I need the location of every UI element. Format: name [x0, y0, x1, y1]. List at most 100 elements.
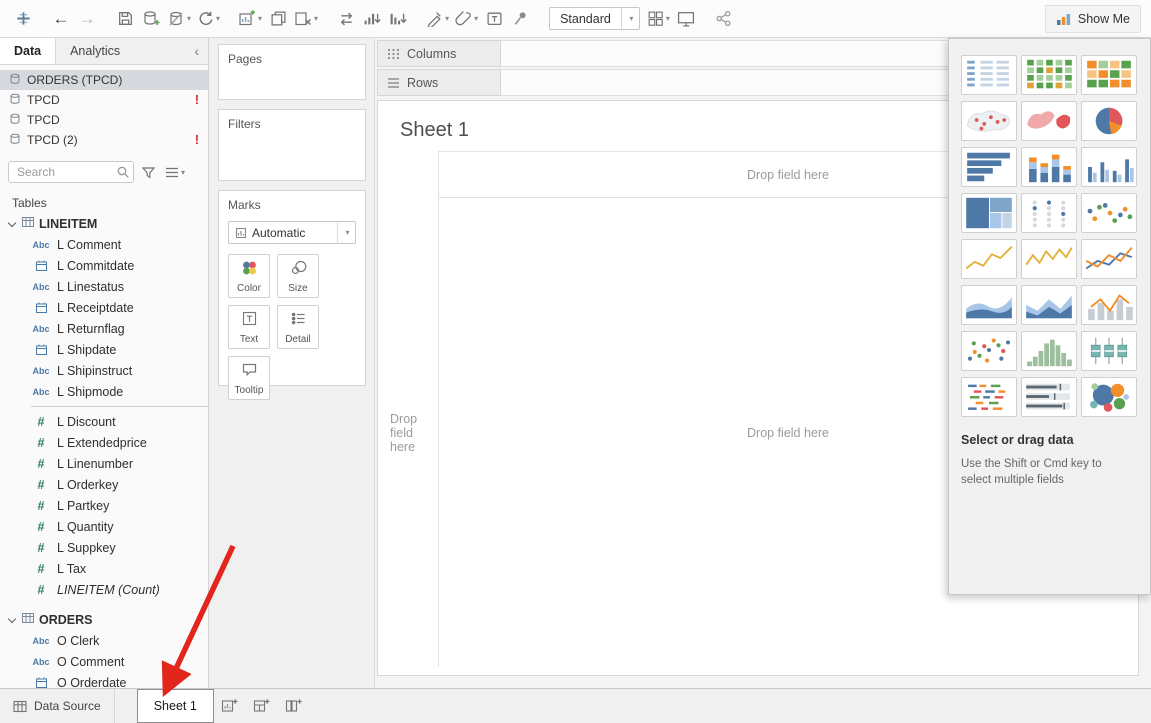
sort-ascending-button[interactable]	[359, 5, 385, 33]
data-source-tab[interactable]: Data Source	[0, 689, 115, 723]
cell-size-button[interactable]: ▾	[644, 5, 673, 33]
undo-button[interactable]: ←	[48, 5, 74, 33]
datasource-item[interactable]: TPCD	[0, 110, 208, 130]
field-item[interactable]: #L Discount	[0, 411, 208, 432]
showme-chart-horizontal-bars[interactable]	[961, 147, 1017, 187]
dropdown-caret-icon: ▾	[474, 14, 478, 23]
sheet-tab-sheet1[interactable]: Sheet 1	[137, 689, 214, 723]
field-item[interactable]: #L Orderkey	[0, 474, 208, 495]
tab-analytics[interactable]: Analytics	[56, 38, 134, 64]
showme-chart-dual-lines[interactable]	[1081, 239, 1137, 279]
field-item[interactable]: L Commitdate	[0, 255, 208, 276]
redo-button[interactable]: →	[74, 5, 100, 33]
field-name: L Comment	[57, 238, 121, 252]
marks-button-text[interactable]: Text	[228, 305, 270, 349]
datasource-item[interactable]: TPCD (2)!	[0, 130, 208, 150]
showme-chart-symbol-maps[interactable]	[961, 101, 1017, 141]
fix-axes-button[interactable]	[507, 5, 533, 33]
showme-chart-side-by-side-bars[interactable]	[1081, 147, 1137, 187]
marks-button-tooltip[interactable]: Tooltip	[228, 356, 270, 400]
view-options-button[interactable]: ▾	[163, 164, 187, 181]
showme-chart-box-and-whisker[interactable]	[1081, 331, 1137, 371]
showme-chart-bullet-graphs[interactable]	[1021, 377, 1077, 417]
field-item[interactable]: #L Quantity	[0, 516, 208, 537]
field-item[interactable]: AbcL Comment	[0, 234, 208, 255]
duplicate-sheet-button[interactable]	[265, 5, 291, 33]
datasource-cylinder-icon	[9, 93, 21, 108]
field-item[interactable]: #L Extendedprice	[0, 432, 208, 453]
mark-type-caret[interactable]: ▾	[337, 222, 355, 243]
field-item[interactable]: AbcO Comment	[0, 651, 208, 672]
table-group-header[interactable]: ORDERS	[0, 609, 208, 630]
showme-chart-discrete-lines[interactable]	[1021, 239, 1077, 279]
show-mark-labels-button[interactable]	[481, 5, 507, 33]
field-item[interactable]: #L Tax	[0, 558, 208, 579]
showme-chart-scatter-plots[interactable]	[961, 331, 1017, 371]
field-item[interactable]: L Receiptdate	[0, 297, 208, 318]
new-worksheet-tab-button[interactable]	[214, 689, 246, 723]
field-item[interactable]: #L Partkey	[0, 495, 208, 516]
highlight-button[interactable]: ▾	[423, 5, 452, 33]
showme-chart-area-charts-continuous[interactable]	[961, 285, 1017, 325]
marks-button-detail[interactable]: Detail	[277, 305, 319, 349]
field-name: L Shipdate	[57, 343, 116, 357]
showme-chart-treemaps[interactable]	[961, 193, 1017, 233]
showme-chart-side-by-side-circles[interactable]	[1081, 193, 1137, 233]
save-button[interactable]	[112, 5, 138, 33]
showme-chart-packed-bubbles[interactable]	[1081, 377, 1137, 417]
field-item[interactable]: AbcL Shipmode	[0, 381, 208, 402]
field-item[interactable]: AbcL Linestatus	[0, 276, 208, 297]
showme-chart-text-tables[interactable]	[961, 55, 1017, 95]
search-box	[8, 161, 134, 183]
table-group-header[interactable]: LINEITEM	[0, 213, 208, 234]
fit-selector-caret[interactable]: ▾	[621, 8, 639, 29]
drop-zone-left[interactable]: Drop field here	[378, 198, 438, 667]
showme-chart-area-charts-discrete[interactable]	[1021, 285, 1077, 325]
showme-chart-circle-views[interactable]	[1021, 193, 1077, 233]
filter-fields-button[interactable]	[139, 163, 158, 182]
swap-rows-columns-button[interactable]	[333, 5, 359, 33]
field-item[interactable]: L Shipdate	[0, 339, 208, 360]
datasource-item[interactable]: ORDERS (TPCD)	[0, 70, 208, 90]
pages-shelf[interactable]: Pages	[218, 44, 366, 100]
tab-data[interactable]: Data	[0, 38, 56, 64]
clear-sheet-button[interactable]: ▾	[291, 5, 321, 33]
showme-chart-highlight-tables[interactable]	[1081, 55, 1137, 95]
collapse-pane-button[interactable]: ‹	[185, 38, 208, 64]
showme-chart-dual-combination[interactable]	[1081, 285, 1137, 325]
showme-chart-histogram[interactable]	[1021, 331, 1077, 371]
filters-shelf[interactable]: Filters	[218, 109, 366, 181]
new-dashboard-tab-button[interactable]	[246, 689, 278, 723]
share-workbook-button[interactable]	[711, 5, 737, 33]
date-field-icon	[31, 260, 51, 271]
field-item[interactable]: #L Suppkey	[0, 537, 208, 558]
showme-chart-stacked-bars[interactable]	[1021, 147, 1077, 187]
mark-type-dropdown[interactable]: Automatic ▾	[228, 221, 356, 244]
showme-chart-gantt[interactable]	[961, 377, 1017, 417]
new-worksheet-button[interactable]: ▾	[235, 5, 265, 33]
showme-chart-continuous-lines[interactable]	[961, 239, 1017, 279]
field-item[interactable]: #L Linenumber	[0, 453, 208, 474]
tableau-logo-icon[interactable]	[10, 5, 36, 33]
marks-button-size[interactable]: Size	[277, 254, 319, 298]
sort-descending-button[interactable]	[385, 5, 411, 33]
new-data-source-button[interactable]	[138, 5, 164, 33]
show-me-button[interactable]: Show Me	[1045, 5, 1141, 33]
marks-button-color[interactable]: Color	[228, 254, 270, 298]
field-item[interactable]: O Orderdate	[0, 672, 208, 688]
showme-chart-filled-maps[interactable]	[1021, 101, 1077, 141]
new-story-tab-button[interactable]	[278, 689, 310, 723]
sheet-tab-label: Sheet 1	[154, 699, 197, 713]
pause-auto-updates-button[interactable]: ▾	[164, 5, 194, 33]
showme-chart-heat-maps[interactable]	[1021, 55, 1077, 95]
field-item[interactable]: AbcL Shipinstruct	[0, 360, 208, 381]
showme-chart-pie-charts[interactable]	[1081, 101, 1137, 141]
run-auto-updates-button[interactable]: ▾	[194, 5, 223, 33]
field-item[interactable]: AbcO Clerk	[0, 630, 208, 651]
fit-selector[interactable]: Standard ▾	[549, 7, 640, 30]
presentation-mode-button[interactable]	[673, 5, 699, 33]
field-item[interactable]: AbcL Returnflag	[0, 318, 208, 339]
group-members-button[interactable]: ▾	[452, 5, 481, 33]
datasource-item[interactable]: TPCD!	[0, 90, 208, 110]
field-item[interactable]: #LINEITEM (Count)	[0, 579, 208, 600]
